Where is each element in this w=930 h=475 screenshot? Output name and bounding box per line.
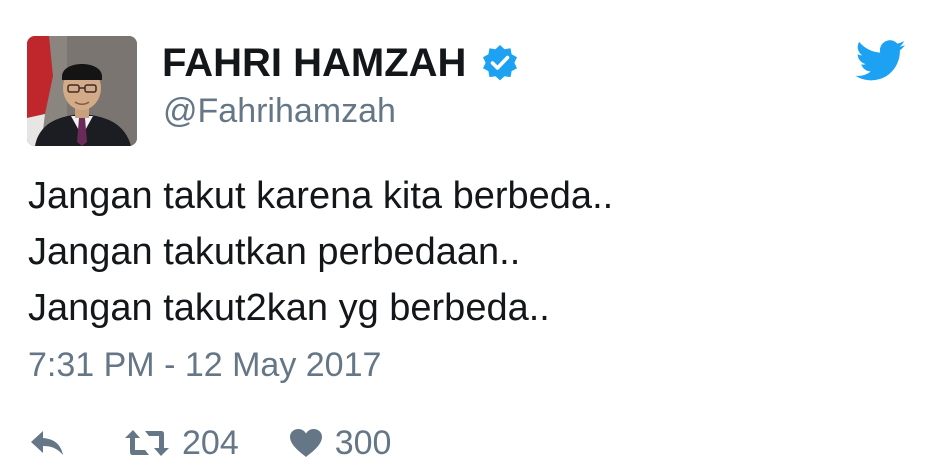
avatar-image: [27, 36, 137, 146]
reply-button[interactable]: [28, 428, 66, 458]
display-name[interactable]: FAHRI HAMZAH: [162, 41, 466, 86]
tweet-timestamp[interactable]: 7:31 PM - 12 May 2017: [28, 346, 381, 385]
retweet-icon: [125, 430, 169, 456]
tweet-actions: 204 300: [28, 420, 391, 466]
avatar[interactable]: [27, 36, 137, 146]
tweet-line: Jangan takut2kan yg berbeda..: [28, 287, 550, 329]
retweet-button[interactable]: 204: [124, 424, 239, 463]
tweet-text: Jangan takut karena kita berbeda.. Janga…: [28, 168, 908, 336]
verified-badge-icon: [480, 43, 520, 83]
like-button[interactable]: 300: [289, 423, 392, 463]
tweet-line: Jangan takutkan perbedaan..: [28, 231, 521, 273]
reply-icon: [31, 431, 63, 455]
name-row: FAHRI HAMZAH: [162, 40, 520, 86]
twitter-bird-icon[interactable]: [855, 40, 907, 82]
tweet-card: FAHRI HAMZAH @Fahrihamzah Jangan takut k…: [0, 0, 930, 475]
retweet-count: 204: [182, 423, 239, 462]
like-count: 300: [334, 423, 392, 462]
tweet-line: Jangan takut karena kita berbeda..: [28, 175, 614, 217]
heart-icon: [289, 429, 322, 457]
user-handle[interactable]: @Fahrihamzah: [163, 92, 396, 131]
